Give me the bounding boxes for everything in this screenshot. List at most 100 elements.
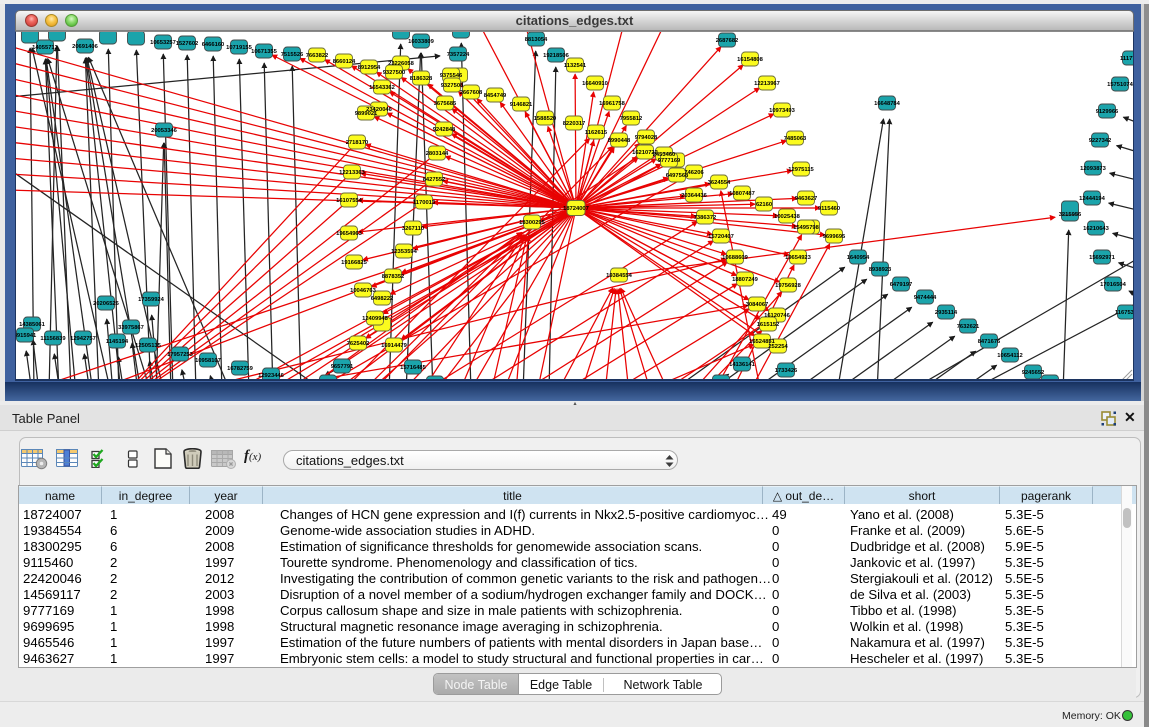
- svg-text:12093873: 12093873: [1080, 166, 1107, 172]
- svg-text:8471676: 8471676: [978, 339, 1001, 345]
- svg-text:9474444: 9474444: [914, 295, 937, 301]
- svg-text:18300295: 18300295: [519, 220, 546, 226]
- svg-text:8454749: 8454749: [484, 93, 507, 99]
- svg-text:10654112: 10654112: [997, 353, 1022, 359]
- svg-text:15751074: 15751074: [1107, 82, 1134, 88]
- svg-text:16648784: 16648784: [874, 101, 901, 107]
- svg-text:17016504: 17016504: [1100, 282, 1127, 288]
- svg-text:9699695: 9699695: [823, 234, 846, 240]
- svg-text:16107554: 16107554: [336, 198, 363, 204]
- svg-text:19218506: 19218506: [543, 53, 570, 59]
- svg-text:15692971: 15692971: [1089, 255, 1116, 261]
- svg-text:9777169: 9777169: [658, 158, 681, 164]
- svg-text:9146821: 9146821: [510, 102, 533, 108]
- svg-text:3624554: 3624554: [708, 180, 731, 186]
- svg-text:3915941: 3915941: [16, 333, 37, 339]
- svg-text:6498222: 6498222: [371, 296, 394, 302]
- svg-text:1527602: 1527602: [176, 41, 199, 47]
- svg-text:16914479: 16914479: [381, 343, 408, 349]
- svg-text:10653257: 10653257: [150, 40, 176, 46]
- svg-text:9794028: 9794028: [635, 135, 658, 141]
- svg-text:62160: 62160: [756, 202, 772, 208]
- svg-text:12213363: 12213363: [339, 170, 366, 176]
- svg-text:10958107: 10958107: [195, 358, 221, 364]
- svg-text:6479197: 6479197: [890, 282, 913, 288]
- svg-text:6497568: 6497568: [666, 173, 689, 179]
- svg-text:12213967: 12213967: [754, 81, 780, 87]
- svg-text:16961758: 16961758: [599, 101, 626, 107]
- svg-text:2687682: 2687682: [716, 38, 739, 44]
- svg-text:1615152: 1615152: [757, 322, 780, 328]
- svg-text:12409948: 12409948: [362, 316, 389, 322]
- svg-text:8660124: 8660124: [333, 59, 356, 65]
- svg-text:16782759: 16782759: [227, 366, 254, 372]
- svg-text:14055713: 14055713: [32, 45, 59, 51]
- svg-text:9129966: 9129966: [1096, 109, 1119, 115]
- svg-text:19756928: 19756928: [775, 283, 802, 289]
- svg-text:1117704: 1117704: [1120, 56, 1134, 62]
- svg-text:18724007: 18724007: [563, 206, 589, 212]
- svg-text:8813054: 8813054: [525, 37, 548, 43]
- svg-text:14136141: 14136141: [729, 362, 756, 368]
- svg-text:3215956: 3215956: [1059, 212, 1082, 218]
- svg-text:8912954: 8912954: [358, 65, 381, 71]
- svg-text:12505135: 12505135: [135, 343, 162, 349]
- svg-text:12923446: 12923446: [258, 373, 285, 379]
- svg-text:8938923: 8938923: [869, 267, 892, 273]
- svg-text:1162615: 1162615: [585, 130, 608, 136]
- svg-text:19166825: 19166825: [341, 260, 368, 266]
- svg-text:9115460: 9115460: [818, 206, 840, 212]
- svg-text:10046763: 10046763: [350, 288, 377, 294]
- svg-text:17359924: 17359924: [138, 297, 165, 303]
- svg-text:7515526: 7515526: [281, 52, 304, 58]
- svg-text:12975115: 12975115: [788, 167, 814, 173]
- svg-text:3675685: 3675685: [434, 101, 457, 107]
- svg-text:9657791: 9657791: [331, 364, 354, 370]
- svg-text:10973493: 10973493: [769, 108, 796, 114]
- svg-text:10688609: 10688609: [722, 255, 749, 261]
- svg-text:23226058: 23226058: [388, 61, 415, 67]
- svg-text:16120746: 16120746: [764, 313, 791, 319]
- svg-text:1132541: 1132541: [564, 63, 587, 69]
- svg-text:8990448: 8990448: [608, 138, 631, 144]
- svg-text:20364436: 20364436: [681, 193, 708, 199]
- svg-text:9327500: 9327500: [383, 70, 406, 76]
- svg-text:1733426: 1733426: [775, 368, 798, 374]
- svg-text:8220317: 8220317: [563, 121, 586, 127]
- svg-text:2935114: 2935114: [935, 310, 958, 316]
- svg-text:9899021: 9899021: [355, 111, 378, 117]
- svg-text:16210643: 16210643: [1083, 226, 1110, 232]
- svg-text:10807487: 10807487: [729, 191, 755, 197]
- svg-text:252254: 252254: [768, 344, 788, 350]
- svg-text:9227342: 9227342: [1089, 138, 1112, 144]
- svg-text:15495798: 15495798: [793, 225, 820, 231]
- svg-text:20691406: 20691406: [72, 44, 99, 50]
- svg-text:33975867: 33975867: [118, 325, 144, 331]
- svg-text:12353594: 12353594: [391, 249, 418, 255]
- svg-text:7632621: 7632621: [957, 324, 980, 330]
- svg-text:16640910: 16640910: [582, 81, 608, 87]
- svg-text:15720407: 15720407: [708, 234, 734, 240]
- svg-text:1145194: 1145194: [106, 339, 129, 345]
- svg-text:7625402: 7625402: [347, 341, 370, 347]
- svg-text:7485063: 7485063: [784, 136, 807, 142]
- svg-text:8427552: 8427552: [423, 177, 446, 183]
- svg-text:8878352: 8878352: [382, 274, 405, 280]
- svg-text:19384554: 19384554: [606, 273, 633, 279]
- svg-text:9463627: 9463627: [795, 196, 818, 202]
- svg-text:8186328: 8186328: [410, 76, 433, 82]
- svg-text:10671355: 10671355: [251, 49, 278, 55]
- svg-text:2667608: 2667608: [460, 90, 483, 96]
- svg-text:19654923: 19654923: [785, 255, 812, 261]
- svg-text:9375546: 9375546: [440, 73, 463, 79]
- svg-text:1170013: 1170013: [413, 200, 436, 206]
- svg-text:3267110: 3267110: [402, 226, 424, 232]
- svg-text:17957253: 17957253: [167, 352, 194, 358]
- svg-text:9242848: 9242848: [433, 127, 456, 133]
- svg-text:3084067: 3084067: [746, 302, 769, 308]
- svg-text:2718170: 2718170: [346, 140, 369, 146]
- svg-text:7357224: 7357224: [447, 52, 470, 58]
- svg-text:1588520: 1588520: [534, 116, 557, 122]
- svg-text:14385061: 14385061: [19, 322, 46, 328]
- svg-text:6466160: 6466160: [202, 42, 225, 48]
